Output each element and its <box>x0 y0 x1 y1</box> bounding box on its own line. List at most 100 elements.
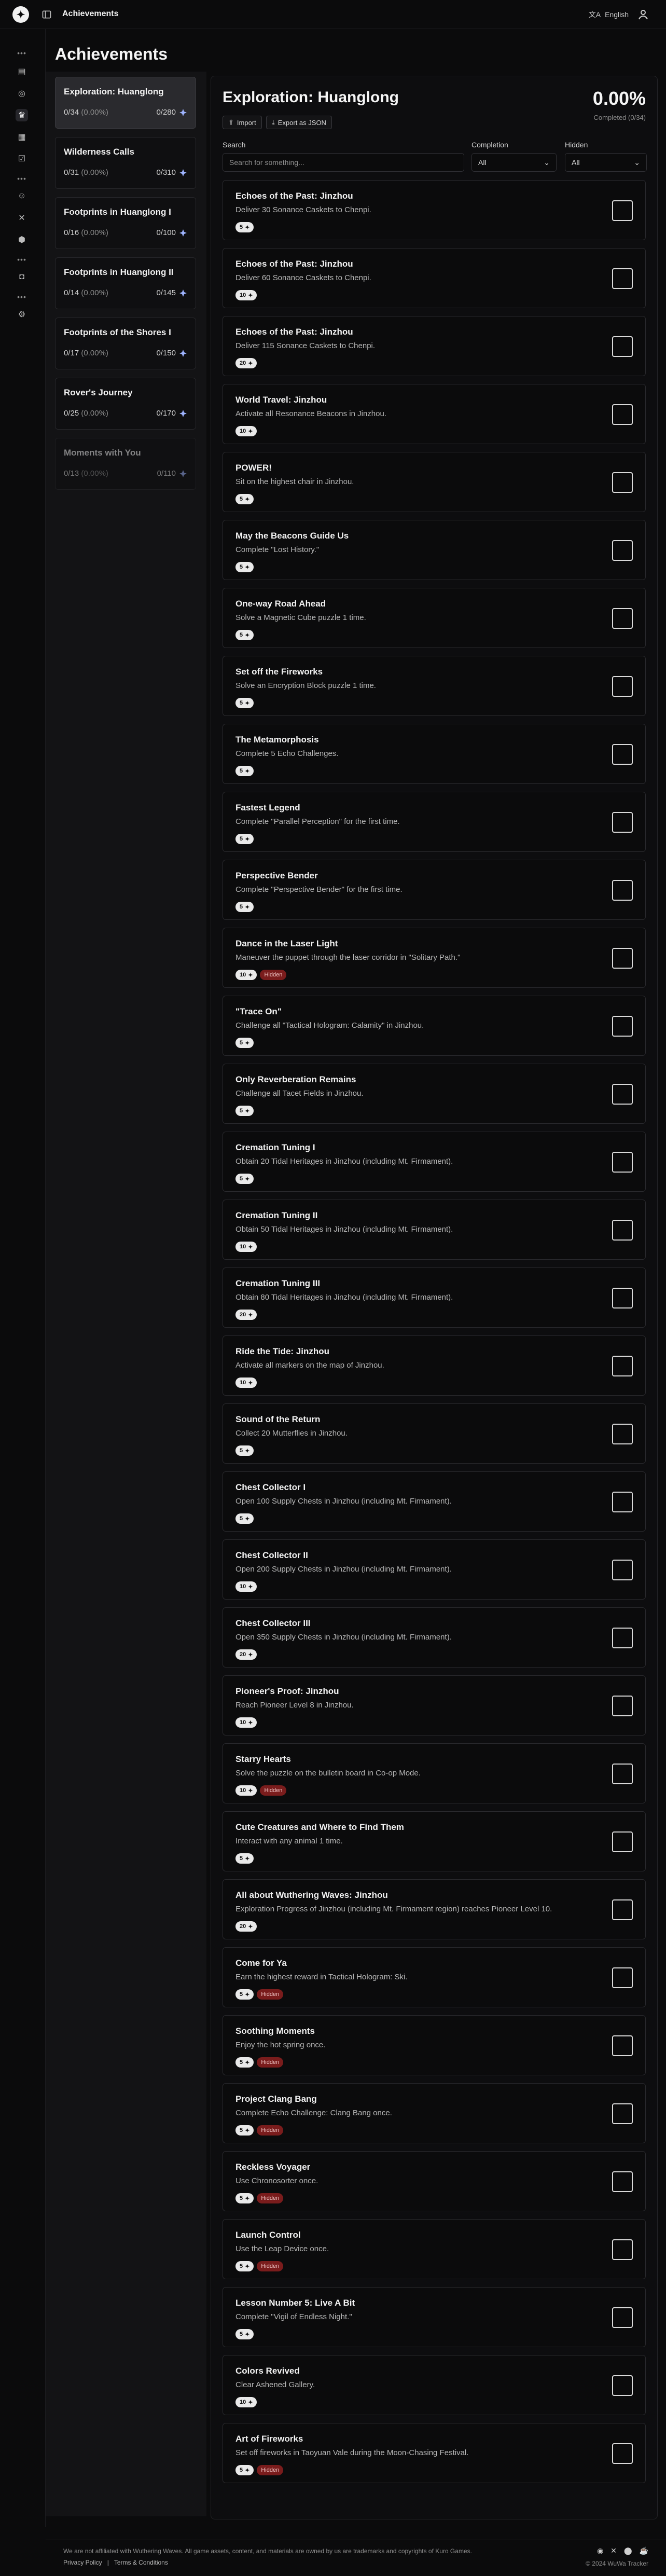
completion-checkbox[interactable] <box>612 200 633 221</box>
user-icon[interactable] <box>637 8 649 21</box>
completion-checkbox[interactable] <box>612 744 633 765</box>
rail-more-icon-4[interactable]: ••• <box>17 293 27 301</box>
achievement-card[interactable]: Cute Creatures and Where to Find Them Int… <box>223 1811 646 1871</box>
rail-achievements-icon[interactable]: ♛ <box>16 109 28 121</box>
achievement-card[interactable]: Sound of the Return Collect 20 Mutterflie… <box>223 1403 646 1464</box>
achievement-card[interactable]: Echoes of the Past: Jinzhou Deliver 60 So… <box>223 248 646 308</box>
privacy-policy-link[interactable]: Privacy Policy <box>63 2559 102 2566</box>
category-item[interactable]: Exploration: Huanglong 0/34 (0.00%) 0/280 <box>55 77 196 129</box>
achievement-card[interactable]: All about Wuthering Waves: Jinzhou Explor… <box>223 1879 646 1939</box>
achievement-card[interactable]: Chest Collector I Open 100 Supply Chests … <box>223 1471 646 1532</box>
achievement-card[interactable]: Pioneer's Proof: Jinzhou Reach Pioneer Le… <box>223 1675 646 1735</box>
completion-checkbox[interactable] <box>612 268 633 289</box>
rail-characters-icon[interactable]: ☺ <box>16 190 28 202</box>
rail-more-icon-2[interactable]: ••• <box>17 174 27 183</box>
kofi-icon[interactable]: ☕ <box>640 2546 648 2555</box>
completion-checkbox[interactable] <box>612 1220 633 1241</box>
achievement-card[interactable]: May the Beacons Guide Us Complete "Lost H… <box>223 520 646 580</box>
achievement-card[interactable]: Art of Fireworks Set off fireworks in Tao… <box>223 2423 646 2483</box>
achievement-card[interactable]: Colors Revived Clear Ashened Gallery. 10 ✦ <box>223 2355 646 2415</box>
achievement-card[interactable]: POWER! Sit on the highest chair in Jinzho… <box>223 452 646 512</box>
category-item[interactable]: Moments with You 0/13 (0.00%) 0/110 <box>55 438 196 490</box>
github-icon[interactable]: ⬤ <box>624 2546 632 2555</box>
sidebar-toggle-icon[interactable] <box>41 9 52 20</box>
completion-checkbox[interactable] <box>612 1492 633 1512</box>
achievement-card[interactable]: Ride the Tide: Jinzhou Activate all marke… <box>223 1335 646 1396</box>
completion-checkbox[interactable] <box>612 1899 633 1920</box>
completion-checkbox[interactable] <box>612 608 633 629</box>
achievement-card[interactable]: Fastest Legend Complete "Parallel Percept… <box>223 792 646 852</box>
rail-more-icon-3[interactable]: ••• <box>17 255 27 264</box>
completion-checkbox[interactable] <box>612 2239 633 2260</box>
completion-checkbox[interactable] <box>612 1967 633 1988</box>
achievement-card[interactable]: Cremation Tuning I Obtain 20 Tidal Herita… <box>223 1132 646 1192</box>
completion-checkbox[interactable] <box>612 1424 633 1444</box>
achievement-card[interactable]: Launch Control Use the Leap Device once. 5… <box>223 2219 646 2279</box>
import-button[interactable]: ⇪ Import <box>223 116 262 129</box>
twitter-icon[interactable]: ✕ <box>610 2546 617 2555</box>
completion-checkbox[interactable] <box>612 1288 633 1308</box>
completion-checkbox[interactable] <box>612 1152 633 1173</box>
discord-icon[interactable]: ◉ <box>597 2546 603 2555</box>
achievement-card[interactable]: Only Reverberation Remains Challenge all … <box>223 1064 646 1124</box>
completion-checkbox[interactable] <box>612 336 633 357</box>
export-json-button[interactable]: ⤓ Export as JSON <box>266 116 332 129</box>
completion-checkbox[interactable] <box>612 676 633 697</box>
achievement-card[interactable]: Cremation Tuning III Obtain 80 Tidal Heri… <box>223 1268 646 1328</box>
category-item[interactable]: Wilderness Calls 0/31 (0.00%) 0/310 <box>55 137 196 189</box>
category-item[interactable]: Footprints in Huanglong I 0/16 (0.00%) 0/… <box>55 197 196 249</box>
completion-checkbox[interactable] <box>612 404 633 425</box>
completion-checkbox[interactable] <box>612 472 633 493</box>
completion-checkbox[interactable] <box>612 1016 633 1037</box>
completion-checkbox[interactable] <box>612 2375 633 2396</box>
completion-checkbox[interactable] <box>612 2307 633 2328</box>
achievement-card[interactable]: The Metamorphosis Complete 5 Echo Challen… <box>223 724 646 784</box>
completion-checkbox[interactable] <box>612 1696 633 1716</box>
achievement-card[interactable]: Lesson Number 5: Live A Bit Complete "Vig… <box>223 2287 646 2347</box>
achievement-card[interactable]: Perspective Bender Complete "Perspective … <box>223 860 646 920</box>
category-item[interactable]: Footprints of the Shores I 0/17 (0.00%) 0… <box>55 318 196 369</box>
completion-checkbox[interactable] <box>612 2103 633 2124</box>
rail-calendar-icon[interactable]: ▦ <box>16 131 28 143</box>
hidden-select[interactable]: All ⌄ <box>565 153 647 172</box>
rail-echoes-icon[interactable]: ⬢ <box>16 233 28 246</box>
completion-checkbox[interactable] <box>612 1356 633 1376</box>
achievement-card[interactable]: Echoes of the Past: Jinzhou Deliver 30 So… <box>223 180 646 240</box>
rail-gamepad-icon[interactable]: ◘ <box>16 271 28 283</box>
achievement-card[interactable]: Soothing Moments Enjoy the hot spring onc… <box>223 2015 646 2075</box>
completion-checkbox[interactable] <box>612 812 633 833</box>
achievement-card[interactable]: Project Clang Bang Complete Echo Challeng… <box>223 2083 646 2143</box>
achievement-card[interactable]: Starry Hearts Solve the puzzle on the bul… <box>223 1743 646 1803</box>
achievement-card[interactable]: "Trace On" Challenge all "Tactical Hologr… <box>223 996 646 1056</box>
completion-select[interactable]: All ⌄ <box>471 153 557 172</box>
rail-globe-icon[interactable]: ◎ <box>16 87 28 100</box>
completion-checkbox[interactable] <box>612 1764 633 1784</box>
achievement-card[interactable]: Reckless Voyager Use Chronosorter once. 5 ✦… <box>223 2151 646 2211</box>
achievement-card[interactable]: Chest Collector III Open 350 Supply Chest… <box>223 1607 646 1668</box>
category-item[interactable]: Footprints in Huanglong II 0/14 (0.00%) 0… <box>55 257 196 309</box>
category-item[interactable]: Rover's Journey 0/25 (0.00%) 0/170 <box>55 378 196 430</box>
achievement-card[interactable]: World Travel: Jinzhou Activate all Resona… <box>223 384 646 444</box>
rail-settings-icon[interactable]: ⚙ <box>16 308 28 321</box>
terms-link[interactable]: Terms & Conditions <box>114 2559 168 2566</box>
completion-checkbox[interactable] <box>612 2035 633 2056</box>
completion-checkbox[interactable] <box>612 880 633 901</box>
completion-checkbox[interactable] <box>612 540 633 561</box>
achievement-card[interactable]: Dance in the Laser Light Maneuver the pup… <box>223 928 646 988</box>
completion-checkbox[interactable] <box>612 2171 633 2192</box>
search-input[interactable]: Search for something... <box>223 153 464 172</box>
achievement-card[interactable]: Set off the Fireworks Solve an Encryption… <box>223 656 646 716</box>
app-logo[interactable]: ✦ <box>12 6 29 23</box>
language-selector[interactable]: 文A English <box>589 9 629 20</box>
rail-weapons-icon[interactable]: ✕ <box>16 212 28 224</box>
completion-checkbox[interactable] <box>612 2443 633 2464</box>
rail-clipboard-icon[interactable]: ▤ <box>16 65 28 78</box>
rail-more-icon[interactable]: ••• <box>17 49 27 57</box>
completion-checkbox[interactable] <box>612 1831 633 1852</box>
completion-checkbox[interactable] <box>612 1560 633 1580</box>
achievement-card[interactable]: Cremation Tuning II Obtain 50 Tidal Herit… <box>223 1200 646 1260</box>
achievement-card[interactable]: Come for Ya Earn the highest reward in Ta… <box>223 1947 646 2007</box>
achievement-card[interactable]: One-way Road Ahead Solve a Magnetic Cube … <box>223 588 646 648</box>
completion-checkbox[interactable] <box>612 948 633 969</box>
achievement-card[interactable]: Echoes of the Past: Jinzhou Deliver 115 S… <box>223 316 646 376</box>
